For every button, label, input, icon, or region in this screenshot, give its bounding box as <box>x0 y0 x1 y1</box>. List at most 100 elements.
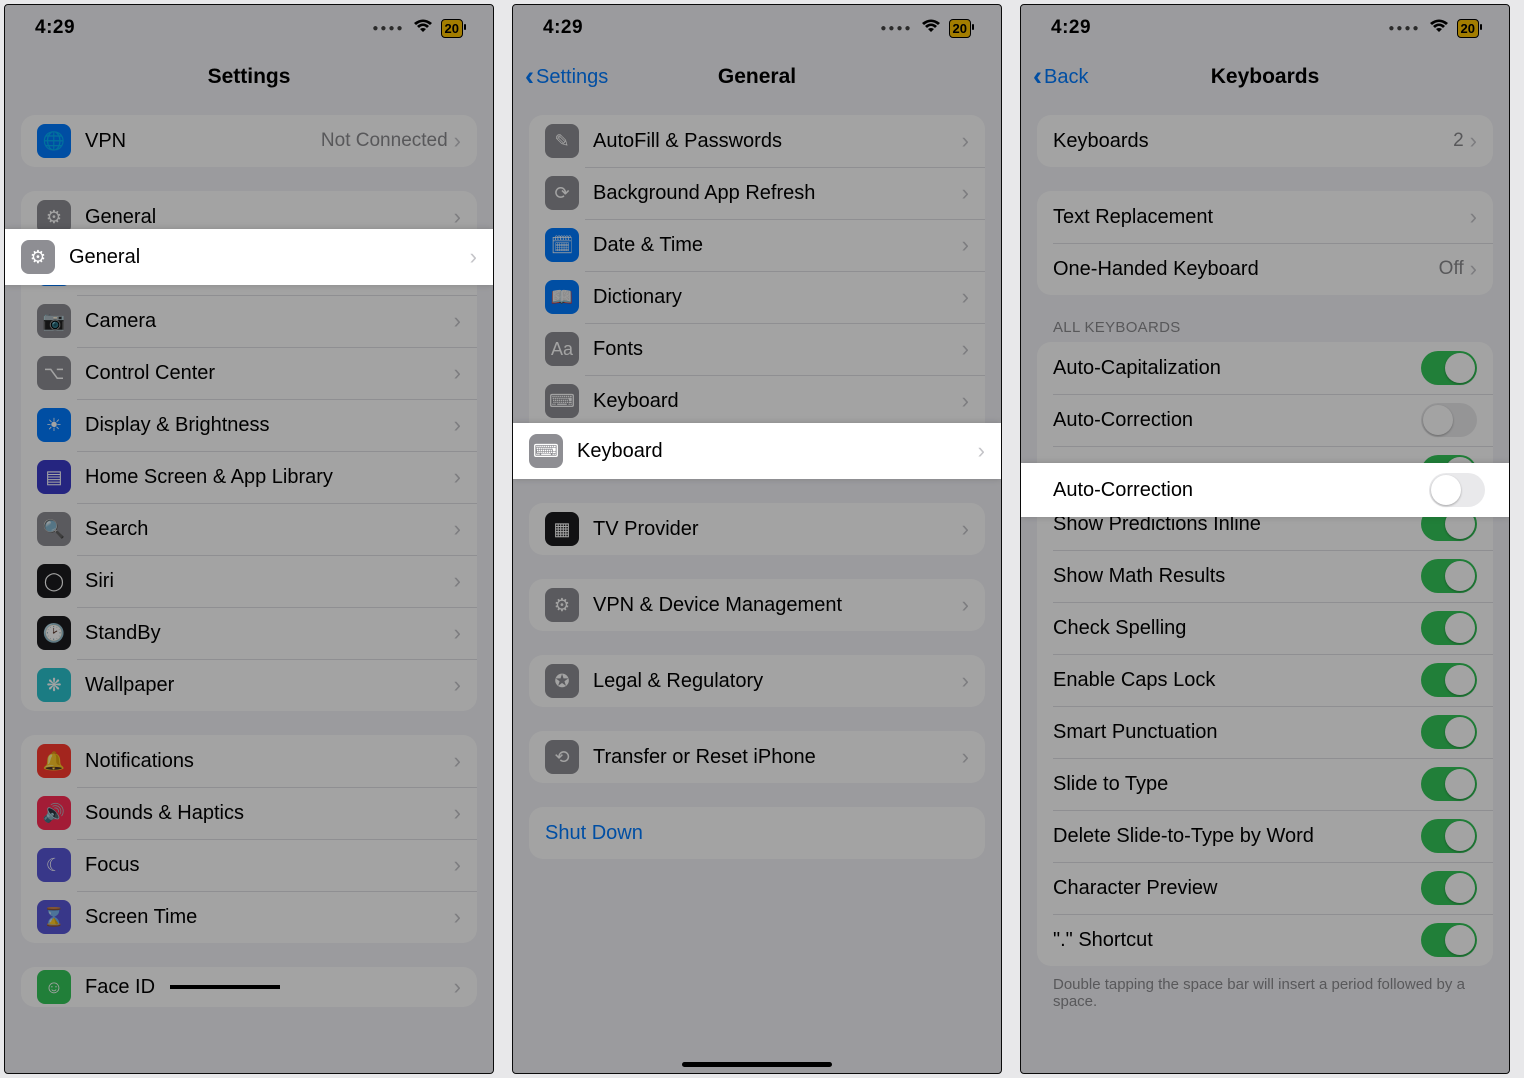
row-label: StandBy <box>85 622 454 645</box>
wifi-icon <box>921 17 941 39</box>
row-spell: Check Spelling <box>1037 602 1493 654</box>
row-delslide: Delete Slide-to-Type by Word <box>1037 810 1493 862</box>
page-title: General <box>718 65 796 89</box>
row-standby[interactable]: 🕑StandBy› <box>21 607 477 659</box>
battery-icon: 20 <box>441 19 463 38</box>
row-label: VPN <box>85 130 321 153</box>
row-screentime[interactable]: ⌛Screen Time› <box>21 891 477 943</box>
toggle-charprev[interactable] <box>1421 871 1477 905</box>
back-button[interactable]: ‹ Settings <box>525 66 608 89</box>
row-label: "." Shortcut <box>1053 929 1421 952</box>
nav-header: ‹ Back Keyboards <box>1021 51 1509 103</box>
toggle-slide[interactable] <box>1421 767 1477 801</box>
row-label: Dictionary <box>593 286 962 309</box>
row-label: Shut Down <box>545 822 969 845</box>
row-siri[interactable]: ◯Siri› <box>21 555 477 607</box>
row-label: Fonts <box>593 338 962 361</box>
row-label: Text Replacement <box>1053 206 1470 229</box>
row-reset[interactable]: ⟲Transfer or Reset iPhone› <box>529 731 985 783</box>
row-homescreen[interactable]: ▤Home Screen & App Library› <box>21 451 477 503</box>
row-controlcenter[interactable]: ⌥Control Center› <box>21 347 477 399</box>
row-bgrefresh[interactable]: ⟳Background App Refresh› <box>529 167 985 219</box>
row-search[interactable]: 🔍Search› <box>21 503 477 555</box>
row-label: Screen Time <box>85 906 454 929</box>
toggle-autocorr[interactable] <box>1421 403 1477 437</box>
screen-general: 4:29 ●●●● 20 ‹ Settings General ✎AutoFil… <box>512 4 1002 1074</box>
row-keyboards-count[interactable]: Keyboards 2 › <box>1037 115 1493 167</box>
back-button[interactable]: ‹ Back <box>1033 66 1088 89</box>
status-bar: 4:29 ●●●● 20 <box>513 5 1001 51</box>
row-shutdown[interactable]: Shut Down <box>529 807 985 859</box>
vpnmgmt-icon: ⚙ <box>545 588 579 622</box>
row-display[interactable]: ☀Display & Brightness› <box>21 399 477 451</box>
row-label: General <box>69 246 470 269</box>
toggle-punct[interactable] <box>1421 715 1477 749</box>
row-wallpaper[interactable]: ❋Wallpaper› <box>21 659 477 711</box>
toggle-spell[interactable] <box>1421 611 1477 645</box>
focus-icon: ☾ <box>37 848 71 882</box>
row-label: VPN & Device Management <box>593 594 962 617</box>
row-notifications[interactable]: 🔔Notifications› <box>21 735 477 787</box>
battery-icon: 20 <box>1457 19 1479 38</box>
row-focus[interactable]: ☾Focus› <box>21 839 477 891</box>
highlight-row-keyboard[interactable]: ⌨ Keyboard › <box>513 423 1001 479</box>
row-onehanded[interactable]: One-Handed KeyboardOff› <box>1037 243 1493 295</box>
toggle-autocorrection[interactable] <box>1429 473 1485 507</box>
bgrefresh-icon: ⟳ <box>545 176 579 210</box>
row-label: Background App Refresh <box>593 182 962 205</box>
row-dictionary[interactable]: 📖Dictionary› <box>529 271 985 323</box>
gear-icon: ⚙ <box>21 240 55 274</box>
row-label: Auto-Correction <box>1053 409 1421 432</box>
row-autocap: Auto-Capitalization <box>1037 342 1493 394</box>
sounds-icon: 🔊 <box>37 796 71 830</box>
battery-icon: 20 <box>949 19 971 38</box>
row-math: Show Math Results <box>1037 550 1493 602</box>
status-bar: 4:29 ●●●● 20 <box>5 5 493 51</box>
row-fonts[interactable]: AaFonts› <box>529 323 985 375</box>
screentime-icon: ⌛ <box>37 900 71 934</box>
row-camera[interactable]: 📷Camera› <box>21 295 477 347</box>
row-autocorr: Auto-Correction <box>1037 394 1493 446</box>
row-keyboard[interactable]: ⌨Keyboard› <box>529 375 985 427</box>
toggle-autocap[interactable] <box>1421 351 1477 385</box>
row-label: Search <box>85 518 454 541</box>
search-icon: 🔍 <box>37 512 71 546</box>
row-vpn[interactable]: 🌐 VPN Not Connected › <box>21 115 477 167</box>
wifi-icon <box>413 17 433 39</box>
row-sounds[interactable]: 🔊Sounds & Haptics› <box>21 787 477 839</box>
section-header: ALL KEYBOARDS <box>1053 319 1477 336</box>
home-indicator[interactable] <box>682 1062 832 1067</box>
keyboard-icon: ⌨ <box>545 384 579 418</box>
row-label: Date & Time <box>593 234 962 257</box>
toggle-math[interactable] <box>1421 559 1477 593</box>
row-slide: Slide to Type <box>1037 758 1493 810</box>
chevron-right-icon: › <box>470 244 477 270</box>
row-autofill[interactable]: ✎AutoFill & Passwords› <box>529 115 985 167</box>
row-label: Control Center <box>85 362 454 385</box>
row-label: General <box>85 206 454 229</box>
display-icon: ☀ <box>37 408 71 442</box>
row-textreplace[interactable]: Text Replacement› <box>1037 191 1493 243</box>
toggle-delslide[interactable] <box>1421 819 1477 853</box>
toggle-dotshort[interactable] <box>1421 923 1477 957</box>
page-title: Settings <box>208 65 291 89</box>
nav-header: Settings <box>5 51 493 103</box>
row-tvprovider[interactable]: ▦TV Provider› <box>529 503 985 555</box>
row-faceid[interactable]: ☺ Face ID › <box>21 967 477 1007</box>
cellular-icon: ●●●● <box>880 23 912 34</box>
row-label: Keyboard <box>593 390 962 413</box>
highlight-row-autocorrection[interactable]: Auto-Correction <box>1021 463 1509 517</box>
row-label: Sounds & Haptics <box>85 802 454 825</box>
fonts-icon: Aa <box>545 332 579 366</box>
highlight-row-general[interactable]: ⚙ General › <box>5 229 493 285</box>
vpn-icon: 🌐 <box>37 124 71 158</box>
row-legal[interactable]: ✪Legal & Regulatory› <box>529 655 985 707</box>
row-label: TV Provider <box>593 518 962 541</box>
row-datetime[interactable]: 🗓Date & Time› <box>529 219 985 271</box>
row-label: Keyboard <box>577 440 978 463</box>
row-caps: Enable Caps Lock <box>1037 654 1493 706</box>
toggle-caps[interactable] <box>1421 663 1477 697</box>
camera-icon: 📷 <box>37 304 71 338</box>
status-bar: 4:29 ●●●● 20 <box>1021 5 1509 51</box>
row-vpnmgmt[interactable]: ⚙VPN & Device Management› <box>529 579 985 631</box>
